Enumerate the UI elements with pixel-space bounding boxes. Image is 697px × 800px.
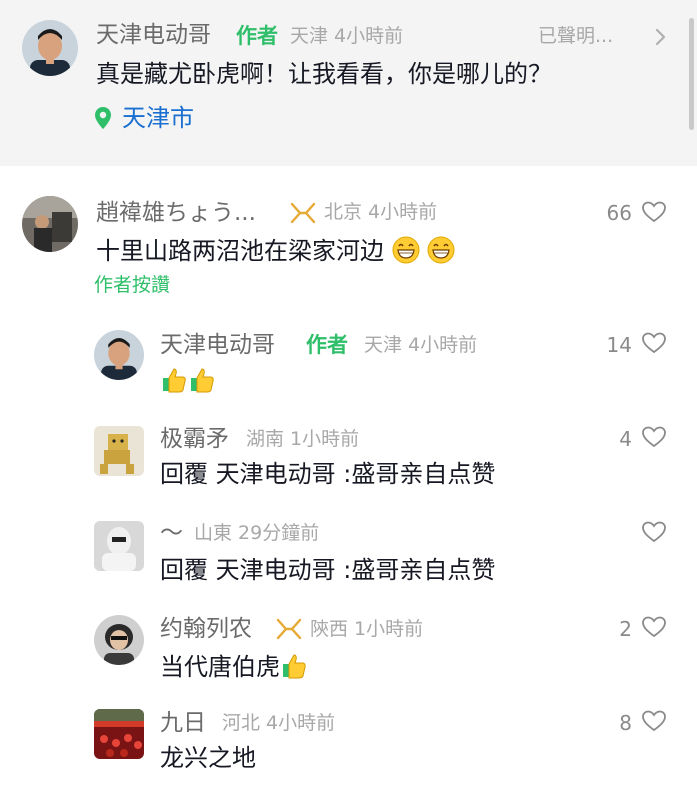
comment-meta: 天津 4小時前 <box>364 334 478 356</box>
grin-emoji <box>427 236 455 264</box>
comment-text: 十里山路两沼池在梁家河边 <box>96 236 455 264</box>
author-tag: 作者 <box>236 24 278 48</box>
comment-text: 龙兴之地 <box>160 744 256 772</box>
badge-icon <box>276 618 302 640</box>
avatar[interactable] <box>22 196 78 252</box>
comment-text: 回覆 天津电动哥 :盛哥亲自点赞 <box>160 556 496 584</box>
heart-icon[interactable] <box>641 331 667 355</box>
commenter-name[interactable]: 约翰列农 <box>160 618 252 641</box>
heart-icon[interactable] <box>641 520 667 544</box>
grin-emoji <box>392 236 420 264</box>
comment-meta: 北京 4小時前 <box>324 201 438 223</box>
avatar[interactable] <box>94 330 144 380</box>
comment-meta: 天津 4小時前 <box>290 25 404 47</box>
commenter-name[interactable]: 趙褘雄ちょう... <box>96 202 256 225</box>
commenter-name[interactable]: 极霸矛 <box>160 428 229 451</box>
thumbs-up-emoji <box>191 368 214 393</box>
badge-icon <box>290 202 316 224</box>
location-tag[interactable]: 天津市 <box>94 106 194 130</box>
commenter-name[interactable]: 天津电动哥 <box>96 24 211 47</box>
chevron-right-icon[interactable] <box>654 27 668 47</box>
avatar[interactable] <box>94 521 144 571</box>
heart-icon[interactable] <box>641 200 667 224</box>
avatar[interactable] <box>94 426 144 476</box>
thumbs-up-emoji <box>283 654 306 679</box>
comment-text: 真是藏尤卧虎啊！让我看看，你是哪儿的？ <box>96 60 552 88</box>
avatar[interactable] <box>94 709 144 759</box>
like-count: 66 <box>606 201 632 225</box>
declaration-link[interactable]: 已聲明... <box>538 27 613 46</box>
location-pin-icon <box>95 107 111 129</box>
scrollbar[interactable] <box>689 18 694 130</box>
like-count: 4 <box>619 427 632 451</box>
location-text: 天津市 <box>122 104 194 132</box>
like-count: 2 <box>619 617 632 641</box>
comment-text <box>160 366 216 394</box>
comment-text: 回覆 天津电动哥 :盛哥亲自点赞 <box>160 460 496 488</box>
heart-icon[interactable] <box>641 709 667 733</box>
comment-meta: 湖南 1小時前 <box>246 428 360 450</box>
like-count: 8 <box>619 711 632 735</box>
heart-icon[interactable] <box>641 425 667 449</box>
comment-text: 当代唐伯虎 <box>160 652 308 680</box>
comment-meta: 山東 29分鐘前 <box>194 522 320 544</box>
author-liked-label: 作者按讚 <box>94 274 171 296</box>
thumbs-up-emoji <box>163 368 186 393</box>
commenter-name[interactable]: 天津电动哥 <box>160 334 275 357</box>
avatar[interactable] <box>22 20 78 76</box>
commenter-name[interactable]: 〜 <box>160 522 183 545</box>
heart-icon[interactable] <box>641 615 667 639</box>
commenter-name[interactable]: 九日 <box>160 712 206 735</box>
comment-meta: 陝西 1小時前 <box>310 618 424 640</box>
author-tag: 作者 <box>306 333 348 357</box>
comment-meta: 河北 4小時前 <box>222 712 336 734</box>
like-count: 14 <box>606 333 632 357</box>
avatar[interactable] <box>94 615 144 665</box>
